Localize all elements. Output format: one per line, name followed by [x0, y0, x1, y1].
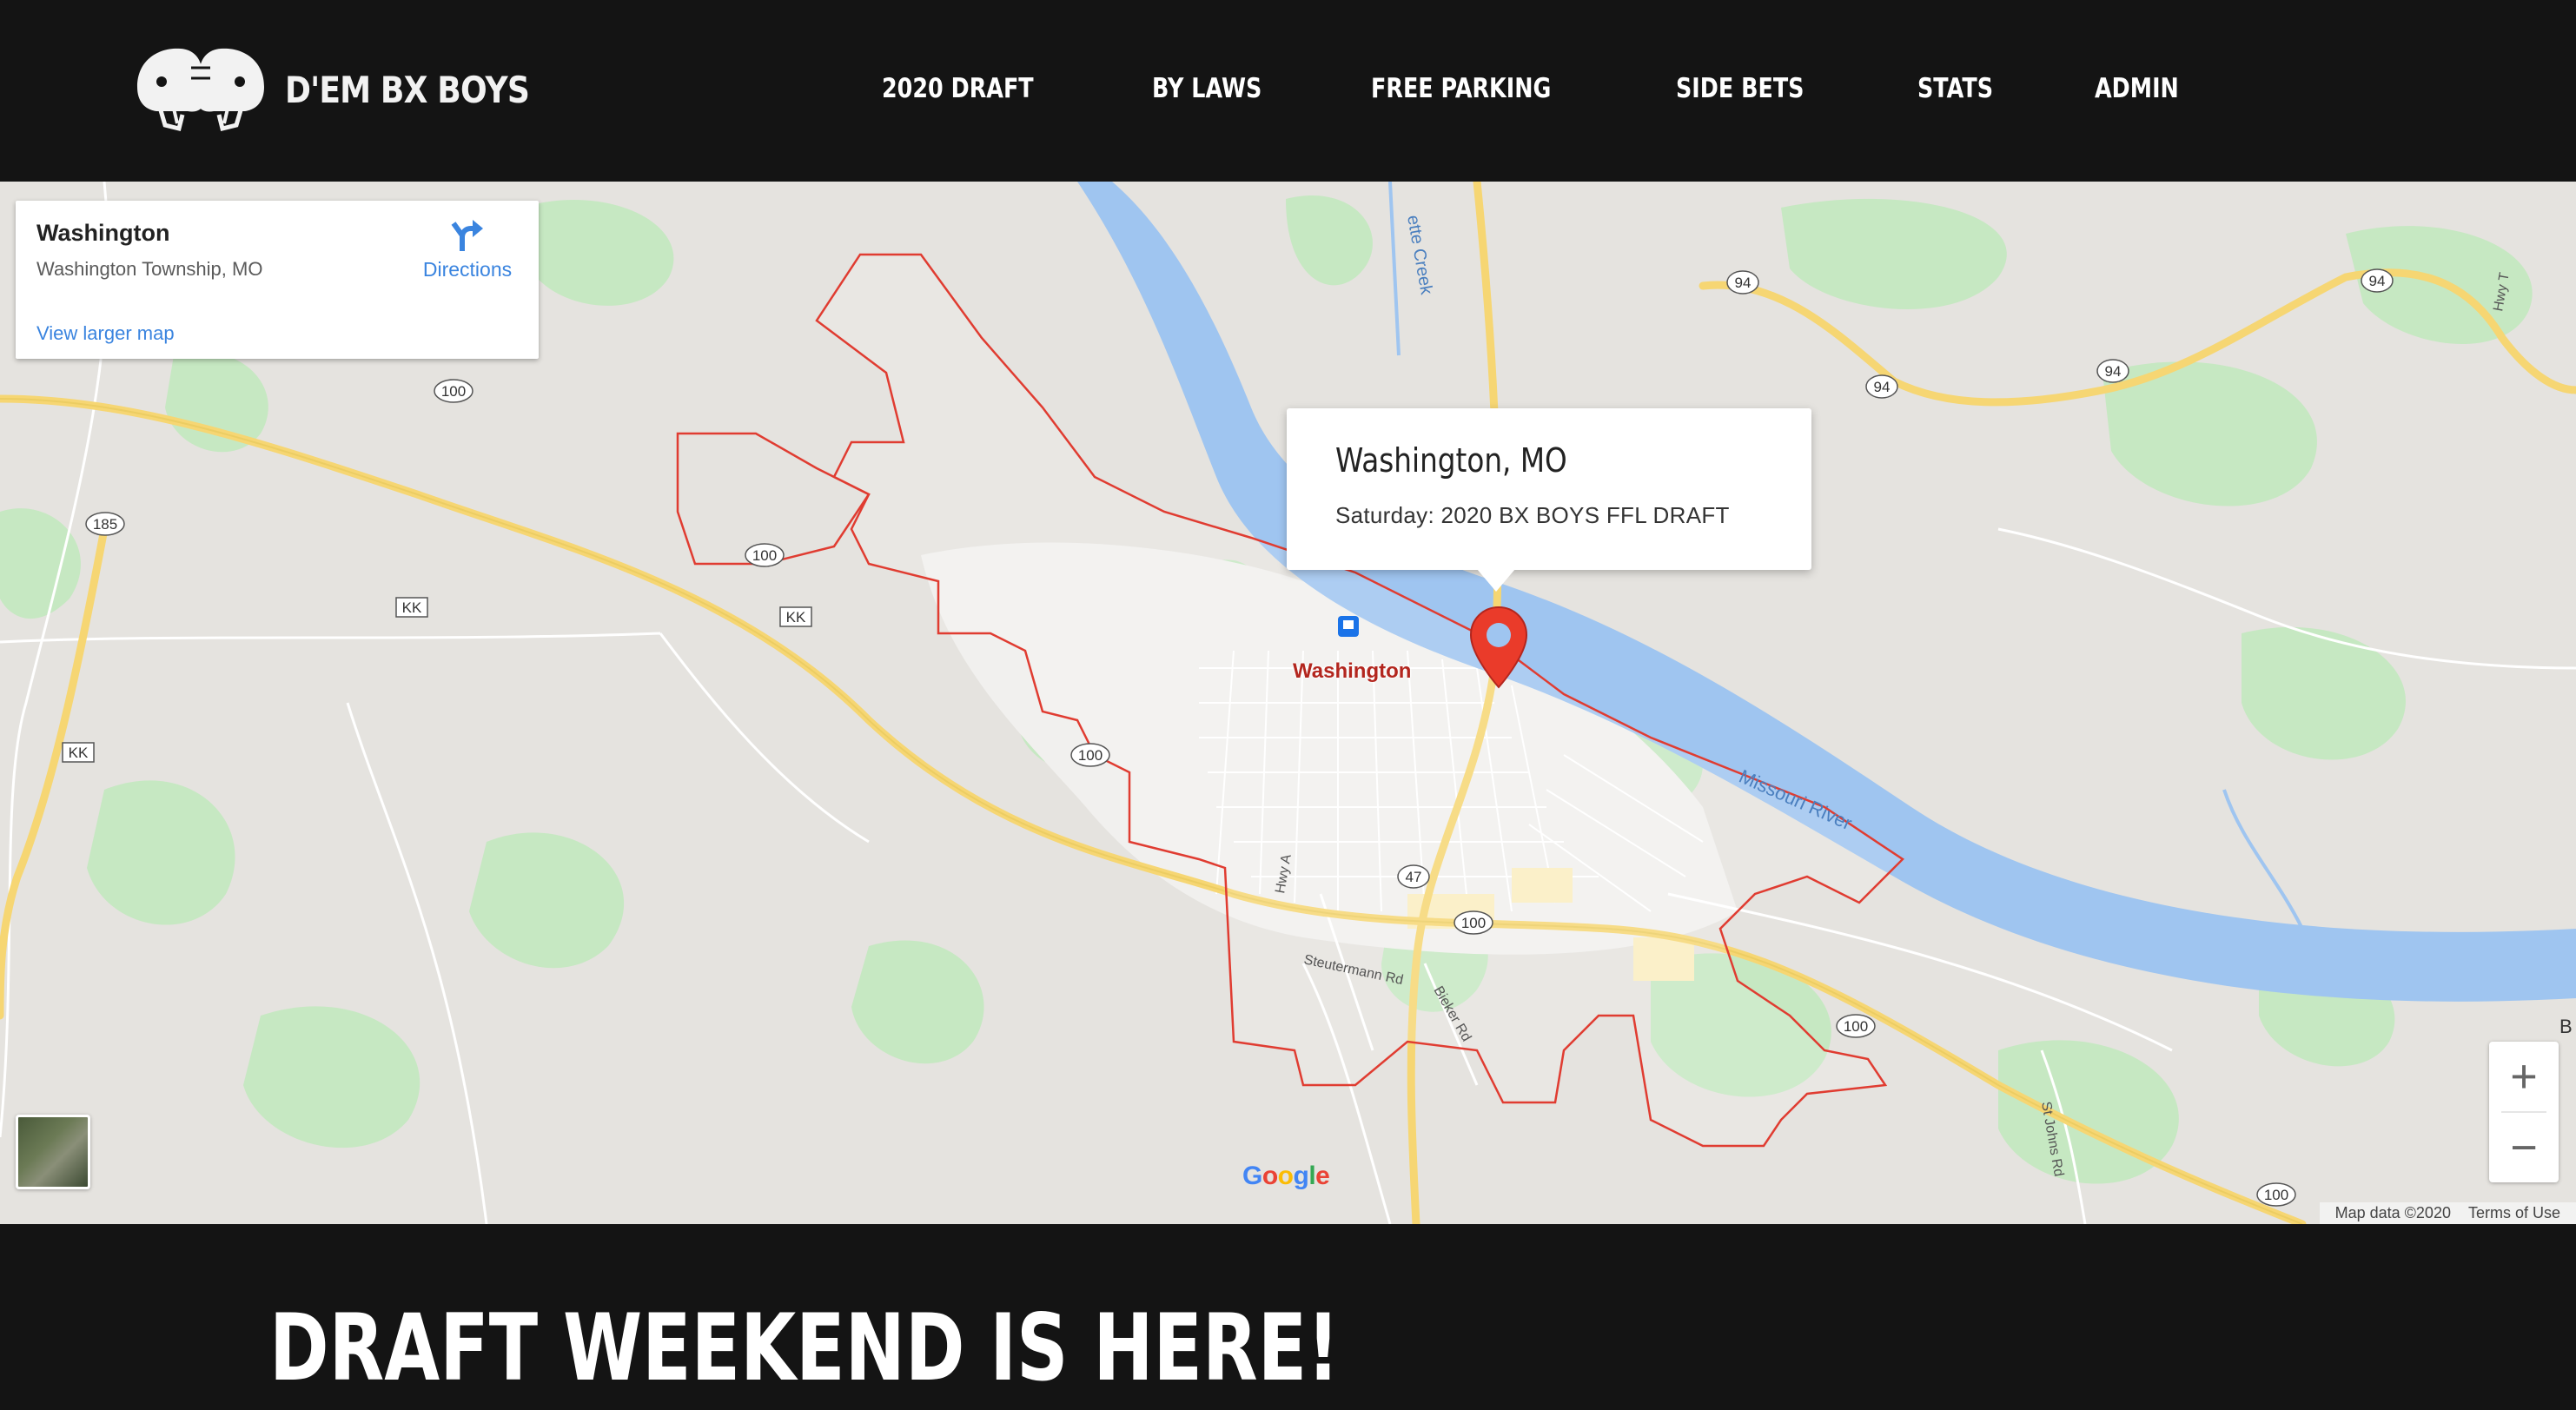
nav-item-stats[interactable]: STATS: [1917, 68, 1993, 109]
svg-text:KK: KK: [69, 745, 89, 761]
svg-text:100: 100: [1078, 747, 1103, 764]
terms-of-use-link[interactable]: Terms of Use: [2468, 1204, 2560, 1222]
svg-text:100: 100: [441, 383, 466, 400]
nav-item-admin[interactable]: ADMIN: [2095, 68, 2179, 109]
map-attribution: Map data ©2020 Terms of Use: [2319, 1202, 2576, 1224]
main-nav: 2020 DRAFT BY LAWS FREE PARKING SIDE BET…: [882, 68, 2282, 109]
place-address: Washington Township, MO: [36, 258, 263, 280]
route-kk-shield: KK: [779, 606, 812, 627]
satellite-toggle[interactable]: [16, 1115, 90, 1189]
site-logo[interactable]: D'EM BX BOYS: [130, 42, 569, 137]
route-100-shield: 100: [1836, 1014, 1876, 1038]
embedded-map[interactable]: 100 100 100 100 100 100 100 185 KK KK KK…: [0, 182, 2576, 1224]
info-window-title: Washington, MO: [1335, 441, 1567, 480]
google-logo-letter: e: [1315, 1162, 1330, 1190]
route-94-shield: 94: [2096, 359, 2129, 383]
route-94-shield: 94: [1726, 270, 1759, 295]
route-100-shield: 100: [2256, 1182, 2296, 1207]
map-data-credit: Map data ©2020: [2334, 1204, 2451, 1221]
route-47-shield: 47: [1397, 864, 1430, 889]
football-helmets-icon: [137, 48, 264, 132]
google-logo-letter: G: [1242, 1162, 1262, 1190]
nav-item-2020-draft[interactable]: 2020 DRAFT: [882, 68, 1034, 109]
route-kk-shield: KK: [62, 742, 95, 763]
site-header: D'EM BX BOYS 2020 DRAFT BY LAWS FREE PAR…: [0, 0, 2576, 182]
svg-text:94: 94: [1874, 379, 1891, 395]
zoom-in-button[interactable]: +: [2489, 1042, 2559, 1111]
info-window-tail: [1477, 569, 1515, 592]
google-logo-letter: o: [1277, 1162, 1294, 1190]
directions-button[interactable]: Directions: [407, 218, 528, 281]
google-logo-letter: l: [1308, 1162, 1316, 1190]
route-94-shield: 94: [1865, 374, 1898, 399]
city-label: Washington: [1293, 659, 1412, 683]
info-window-subtitle: Saturday: 2020 BX BOYS FFL DRAFT: [1335, 502, 1730, 528]
route-94-shield: 94: [2361, 268, 2394, 293]
route-185-shield: 185: [85, 512, 125, 536]
route-100-shield: 100: [745, 543, 785, 567]
svg-text:KK: KK: [786, 609, 806, 626]
svg-text:KK: KK: [402, 599, 422, 616]
svg-text:100: 100: [2264, 1187, 2288, 1203]
hero-section: DRAFT WEEKEND IS HERE!: [0, 1224, 2576, 1410]
zoom-out-button[interactable]: −: [2489, 1113, 2559, 1182]
view-larger-map-link[interactable]: View larger map: [36, 322, 175, 345]
route-100-shield: 100: [1454, 910, 1493, 935]
directions-icon: [451, 220, 483, 251]
zoom-controls: + −: [2489, 1042, 2559, 1182]
nav-item-by-laws[interactable]: BY LAWS: [1152, 68, 1262, 109]
google-logo-letter: g: [1293, 1162, 1309, 1190]
svg-text:94: 94: [1735, 275, 1752, 291]
svg-text:47: 47: [1406, 869, 1422, 885]
place-card: Washington Washington Township, MO View …: [16, 201, 539, 359]
svg-text:185: 185: [93, 516, 117, 533]
svg-text:94: 94: [2369, 273, 2386, 289]
svg-text:94: 94: [2105, 363, 2122, 380]
nav-item-free-parking[interactable]: FREE PARKING: [1371, 68, 1551, 109]
route-100-shield: 100: [434, 379, 473, 403]
info-window: Washington, MO Saturday: 2020 BX BOYS FF…: [1287, 408, 1811, 570]
nav-item-side-bets[interactable]: SIDE BETS: [1676, 68, 1804, 109]
hero-headline: DRAFT WEEKEND IS HERE!: [269, 1294, 1340, 1401]
logo-text: D'EM BX BOYS: [285, 68, 530, 111]
place-name: Washington: [36, 220, 170, 246]
svg-text:100: 100: [1844, 1018, 1868, 1035]
svg-text:100: 100: [752, 547, 777, 564]
svg-text:100: 100: [1461, 915, 1486, 931]
edge-label: B: [2559, 1016, 2573, 1037]
google-logo-letter: o: [1262, 1162, 1278, 1190]
map-pin-icon[interactable]: [1468, 606, 1529, 689]
train-station-icon[interactable]: [1338, 616, 1359, 637]
directions-label: Directions: [422, 258, 513, 281]
google-logo: Google: [1242, 1162, 1330, 1191]
route-100-shield: 100: [1070, 743, 1110, 767]
route-kk-shield: KK: [395, 597, 428, 618]
